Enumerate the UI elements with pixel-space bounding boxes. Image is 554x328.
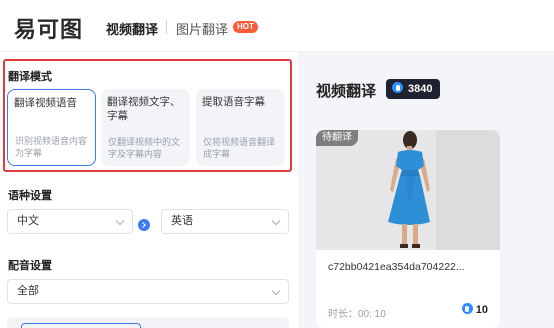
chevron-down-icon xyxy=(271,286,281,296)
coin-icon xyxy=(461,303,473,314)
video-thumbnail[interactable]: 待翻译 xyxy=(316,130,500,250)
status-tag: 待翻译 xyxy=(316,130,358,146)
target-language-value: 英语 xyxy=(171,215,193,227)
chevron-down-icon xyxy=(115,216,125,226)
mode-card-text-subtitle[interactable]: 翻译视频文字、字幕 仅翻译视频中的文字及字幕内容 xyxy=(101,89,190,166)
mode-card-desc: 仅翻译视频中的文字及字幕内容 xyxy=(108,137,181,159)
model-photo xyxy=(316,130,500,250)
video-filename: c72bb0421ea354da704222... xyxy=(328,261,465,273)
arrow-right-icon xyxy=(138,219,150,231)
chevron-down-icon xyxy=(271,216,281,226)
target-language-select[interactable]: 英语 xyxy=(161,209,289,234)
panel-title: 视频翻译 xyxy=(316,83,377,100)
language-settings-label: 语种设置 xyxy=(8,190,52,202)
nav-video-translate[interactable]: 视频翻译 xyxy=(106,19,158,38)
source-language-select[interactable]: 中文 xyxy=(7,209,133,234)
settings-panel: 翻译模式 翻译视频语音 识别视频语音内容为字幕 翻译视频文字、字幕 仅翻译视频中… xyxy=(0,52,298,328)
app-window: 易可图 视频翻译 图片翻译 HOT 翻译模式 翻译视频语音 识别视频语音内容为字… xyxy=(0,0,554,328)
mode-card-title: 翻译视频文字、字幕 xyxy=(107,96,181,122)
video-cost: 10 xyxy=(461,303,488,316)
logo: 易可图 xyxy=(14,17,84,42)
mode-card-title: 提取语音字幕 xyxy=(202,96,265,108)
nav-divider xyxy=(166,20,167,34)
points-badge: 3840 xyxy=(386,79,441,99)
mode-card-title: 翻译视频语音 xyxy=(14,97,77,109)
translation-mode-title: 翻译模式 xyxy=(8,71,52,83)
mode-card-extract-subtitle[interactable]: 提取语音字幕 仅将视频语音翻译成字幕 xyxy=(196,89,285,166)
video-duration: 时长：00: 10 xyxy=(328,309,386,320)
source-language-value: 中文 xyxy=(17,215,39,227)
mode-card-voice[interactable]: 翻译视频语音 识别视频语音内容为字幕 xyxy=(7,89,96,166)
dubbing-value: 全部 xyxy=(17,285,39,297)
next-section-strip xyxy=(7,317,289,328)
top-header: 易可图 视频翻译 图片翻译 HOT xyxy=(0,0,554,52)
points-value: 3840 xyxy=(408,83,433,95)
hot-badge: HOT xyxy=(233,21,258,33)
coin-icon xyxy=(392,82,403,93)
dubbing-select[interactable]: 全部 xyxy=(7,279,289,304)
video-list-panel: 视频翻译 3840 待翻译 c72bb0421ea354da704222... … xyxy=(298,52,554,328)
cost-value: 10 xyxy=(475,304,488,316)
nav-image-translate[interactable]: 图片翻译 xyxy=(176,19,228,38)
video-card[interactable]: 待翻译 c72bb0421ea354da704222... 时长：00: 10 … xyxy=(316,130,500,328)
mode-card-desc: 仅将视频语音翻译成字幕 xyxy=(203,137,276,159)
dubbing-settings-label: 配音设置 xyxy=(8,260,52,272)
mode-card-desc: 识别视频语音内容为字幕 xyxy=(15,136,88,158)
